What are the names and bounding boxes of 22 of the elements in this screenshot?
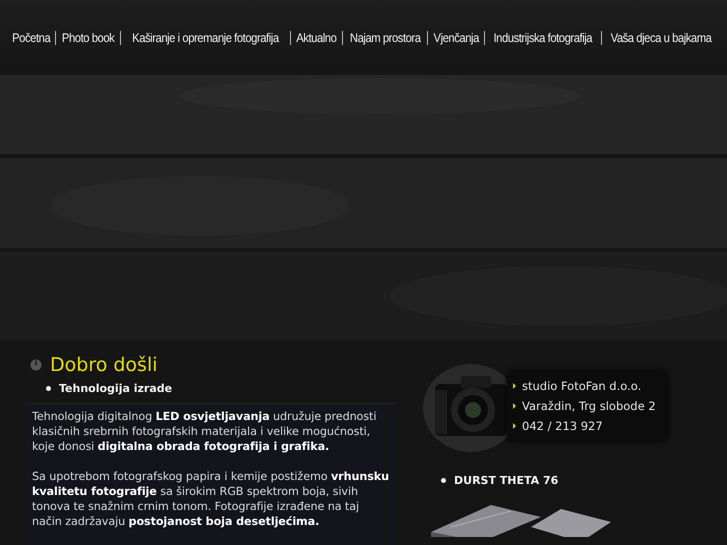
nav-link[interactable]: Najam prostora bbox=[350, 30, 420, 44]
contact-line: Varaždin, Trg slobode 2 bbox=[522, 399, 656, 413]
paragraph: Tehnologija digitalnog LED osvjetljavanja udružuje prednosti klasičnih srebrnih fotografskih materijala i velike mogućnosti, koje donosi digitalna obrada fotografija i grafika. bbox=[32, 409, 378, 454]
arrow-icon bbox=[513, 423, 516, 429]
nav-link[interactable]: Vaša djeca u bajkama bbox=[610, 30, 712, 44]
nav-link[interactable]: Kaširanje i opremanje fotografija bbox=[132, 30, 280, 44]
paragraph: Sa upotrebom fotografskog papira i kemije postižemo vrhunsku kvalitetu fotografije sa širokim RGB spektrom boja, sivih tonova te snažnim crnim tonom. Fotografije izrađene na taj način zadržavaju postojanost boja desetljećima. bbox=[32, 469, 390, 529]
nav-link[interactable]: Photo book bbox=[62, 30, 115, 44]
list-item: DURST THETA 76 bbox=[454, 474, 558, 487]
nav-link[interactable]: Industrijska fotografija bbox=[494, 30, 592, 44]
contact-line: studio FotoFan d.o.o. bbox=[522, 379, 642, 393]
arrow-icon bbox=[513, 383, 516, 389]
arrow-icon bbox=[513, 403, 516, 409]
section-heading: Dobro došli bbox=[50, 354, 158, 376]
nav-link[interactable]: Vjenčanja bbox=[434, 30, 479, 44]
contact-line: 042 / 213 927 bbox=[522, 419, 603, 433]
power-icon bbox=[30, 359, 42, 371]
list-item: Tehnologija izrade bbox=[59, 382, 172, 395]
bullet-icon bbox=[46, 386, 51, 391]
nav-link[interactable]: Početna bbox=[12, 30, 50, 44]
bullet-icon bbox=[441, 478, 446, 483]
nav-link[interactable]: Aktualno bbox=[296, 30, 337, 44]
